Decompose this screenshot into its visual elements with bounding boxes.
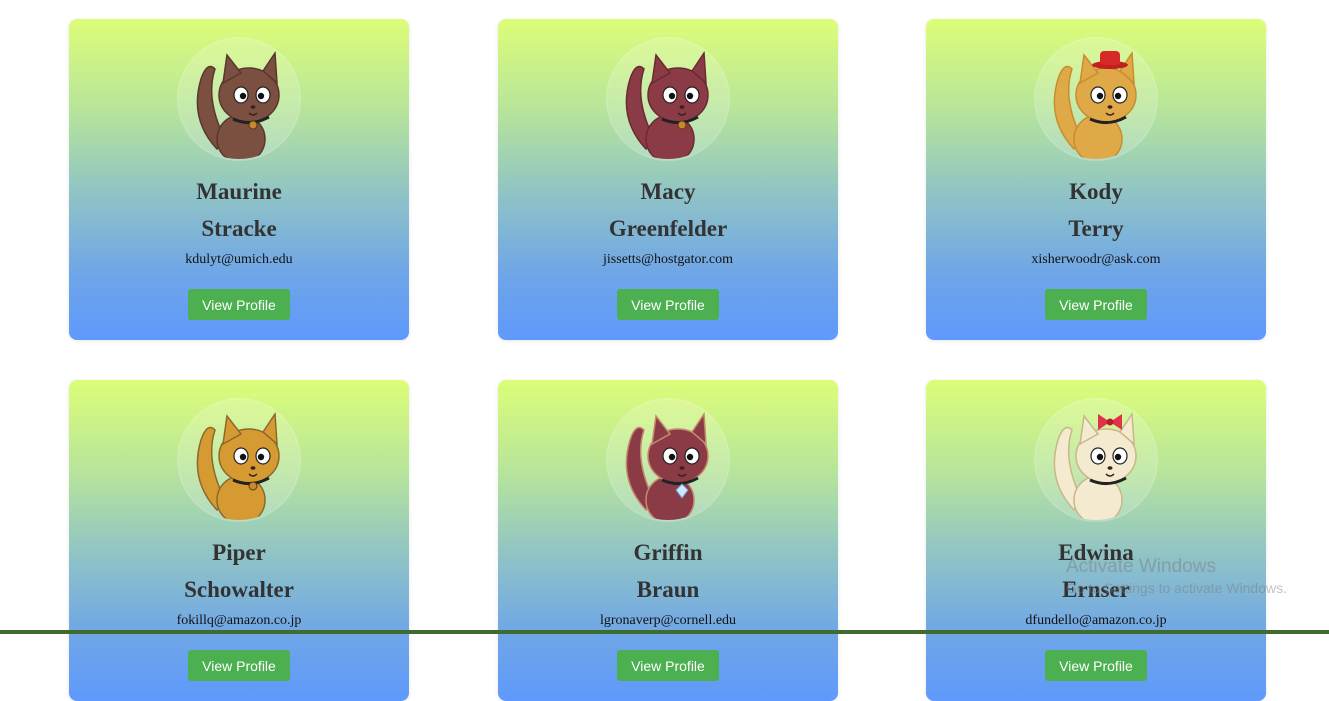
view-profile-button[interactable]: View Profile (1045, 289, 1147, 320)
watermark-subtitle: Go to Settings to activate Windows. (1066, 580, 1287, 596)
email: xisherwoodr@ask.com (1031, 252, 1161, 267)
profile-grid: Maurine Stracke kdulyt@umich.edu View Pr… (0, 0, 1329, 701)
watermark-title: Activate Windows (1066, 556, 1216, 577)
profile-card: Maurine Stracke kdulyt@umich.edu View Pr… (69, 19, 409, 340)
cat-illustration (625, 411, 709, 520)
first-name: Griffin (633, 540, 703, 565)
email: kdulyt@umich.edu (185, 252, 293, 267)
profile-card: Edwina Ernser dfundello@amazon.co.jp Vie… (926, 380, 1266, 701)
orange-cat-with-collar-avatar (179, 400, 299, 520)
maroon-cat-avatar (608, 39, 728, 159)
first-name: Macy (640, 179, 696, 204)
email: jissetts@hostgator.com (603, 252, 733, 267)
last-name: Stracke (201, 216, 277, 241)
cat-illustration (625, 50, 709, 159)
brown-cat-avatar (179, 39, 299, 159)
first-name: Kody (1069, 179, 1123, 204)
last-name: Terry (1068, 216, 1124, 241)
activate-windows-watermark: Activate Windows Go to Settings to activ… (1066, 556, 1287, 596)
cat-illustration (1053, 50, 1137, 159)
last-name: Braun (636, 577, 700, 602)
last-name: Schowalter (184, 577, 294, 602)
email: lgronaverp@cornell.edu (599, 613, 737, 628)
taskbar-edge (0, 630, 1329, 634)
first-name: Piper (212, 540, 266, 565)
view-profile-button[interactable]: View Profile (1045, 650, 1147, 681)
cat-illustration (1053, 411, 1137, 520)
view-profile-button[interactable]: View Profile (617, 289, 719, 320)
orange-cat-with-red-hat-avatar (1036, 39, 1156, 159)
cat-illustration (196, 50, 280, 159)
view-profile-button[interactable]: View Profile (188, 650, 290, 681)
email: dfundello@amazon.co.jp (1025, 613, 1167, 628)
profile-card: Griffin Braun lgronaverp@cornell.edu Vie… (498, 380, 838, 701)
email: fokillq@amazon.co.jp (176, 613, 302, 628)
profile-card: Kody Terry xisherwoodr@ask.com View Prof… (926, 19, 1266, 340)
profile-card: Macy Greenfelder jissetts@hostgator.com … (498, 19, 838, 340)
profile-card: Piper Schowalter fokillq@amazon.co.jp Vi… (69, 380, 409, 701)
view-profile-button[interactable]: View Profile (188, 289, 290, 320)
last-name: Greenfelder (608, 216, 728, 241)
cream-cat-with-bow-avatar (1036, 400, 1156, 520)
first-name: Maurine (196, 179, 282, 204)
maroon-cat-with-gem-avatar (608, 400, 728, 520)
view-profile-button[interactable]: View Profile (617, 650, 719, 681)
cat-illustration (196, 411, 280, 520)
